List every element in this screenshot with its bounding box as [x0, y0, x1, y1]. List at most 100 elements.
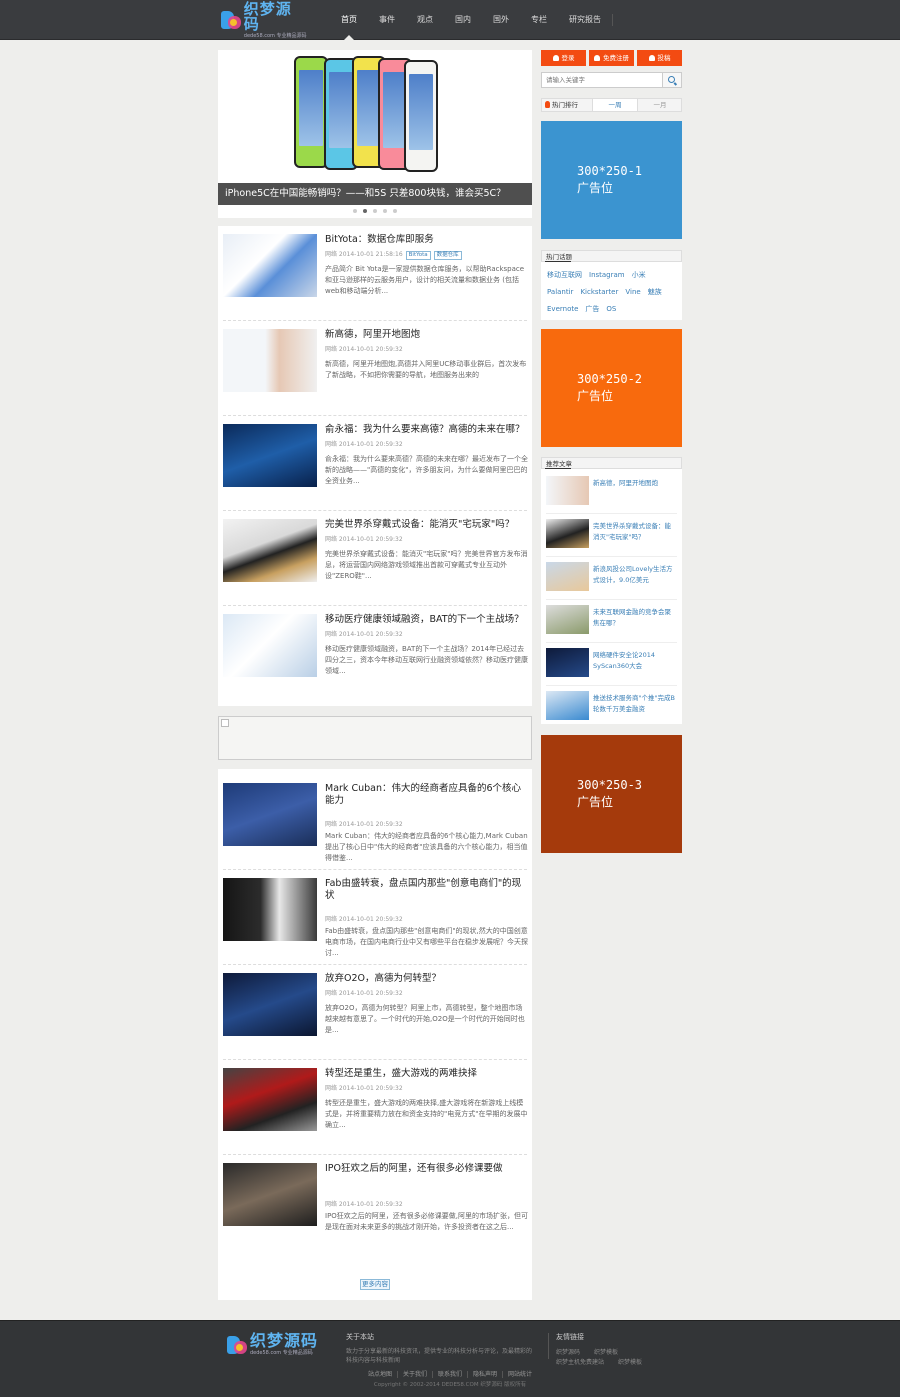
article-title[interactable]: IPO狂欢之后的阿里，还有很多必修课要做 — [325, 1163, 529, 1175]
nav-item-4[interactable]: 国外 — [482, 0, 520, 40]
ad-block-3[interactable]: 300*250-3 广告位 — [541, 735, 682, 853]
recommended-thumbnail[interactable] — [546, 476, 589, 505]
article-item[interactable]: 转型还是重生，盛大游戏的两难抉择 网络 2014-10-01 20:59:32 转型… — [218, 1060, 532, 1155]
footer-link[interactable]: 隐私声明 — [468, 1371, 504, 1378]
article-title[interactable]: 放弃O2O，高德为何转型？ — [325, 973, 529, 985]
nav-item-1[interactable]: 事件 — [368, 0, 406, 40]
recommended-title-link[interactable]: 网络硬件安全论2014 SyScan360大会 — [593, 650, 677, 672]
article-item[interactable]: BitYota：数据仓库即服务 网络 2014-10-01 21:58:16 Bit… — [218, 226, 532, 321]
slider-dot[interactable] — [393, 209, 397, 213]
topic-tag[interactable]: Vine — [625, 284, 640, 301]
footer-link[interactable]: 联系我们 — [433, 1371, 468, 1378]
more-content-button[interactable]: 更多内容 — [360, 1279, 390, 1290]
recommended-item[interactable]: 新浪风投公司Lovely生活方式设计，9.0亿美元 — [541, 557, 682, 600]
topic-tag[interactable]: 小米 — [632, 267, 646, 284]
article-item[interactable]: Fab由盛转衰，盘点国内那些"创意电商们"的现状 网络 2014-10-01 20… — [218, 870, 532, 965]
article-thumbnail[interactable] — [223, 329, 317, 392]
article-thumbnail[interactable] — [223, 424, 317, 487]
footer-friend-link[interactable]: 织梦模板 — [618, 1358, 642, 1367]
article-thumbnail[interactable] — [223, 878, 317, 941]
topic-tag[interactable]: 移动互联网 — [547, 267, 582, 284]
register-button[interactable]: 免费注册 — [589, 50, 634, 66]
slider-dot[interactable] — [383, 209, 387, 213]
footer-link[interactable]: 网站统计 — [503, 1371, 537, 1378]
ad-block-1[interactable]: 300*250-1 广告位 — [541, 121, 682, 239]
recommended-title-link[interactable]: 未来互联网金融的竞争会聚焦在哪？ — [593, 607, 677, 629]
article-title[interactable]: BitYota：数据仓库即服务 — [325, 234, 529, 246]
recommended-thumbnail[interactable] — [546, 648, 589, 677]
recommended-item[interactable]: 推送技术服务商"个推"完成B轮数千万美金融资 — [541, 686, 682, 729]
nav-item-0[interactable]: 首页 — [330, 0, 368, 40]
recommended-thumbnail[interactable] — [546, 562, 589, 591]
slider-image[interactable] — [218, 50, 532, 205]
recommended-title-link[interactable]: 新高德，阿里开地图炮 — [593, 478, 677, 489]
article-item[interactable]: 新高德，阿里开地图炮 网络 2014-10-01 20:59:32 新高德，阿里开地… — [218, 321, 532, 416]
topic-tag[interactable]: Palantir — [547, 284, 573, 301]
recommended-item[interactable]: 新高德，阿里开地图炮 — [541, 471, 682, 514]
submit-article-button[interactable]: 投稿 — [637, 50, 682, 66]
featured-slider[interactable]: iPhone5C在中国能畅销吗？——和5S 只差800块钱，谁会买5C？ — [218, 50, 532, 218]
nav-item-3[interactable]: 国内 — [444, 0, 482, 40]
article-item[interactable]: 放弃O2O，高德为何转型？ 网络 2014-10-01 20:59:32 放弃O2O… — [218, 965, 532, 1060]
article-thumbnail[interactable] — [223, 234, 317, 297]
main-nav: 首页 事件 观点 国内 国外 专栏 研究报告 — [330, 0, 613, 40]
topic-tag[interactable]: 广告 — [585, 301, 599, 318]
footer-link[interactable]: 关于我们 — [398, 1371, 433, 1378]
site-logo[interactable]: 织梦源码 dede58.com 专业精品源码 — [221, 1, 307, 38]
footer-friend-link[interactable]: 织梦模板 — [594, 1348, 618, 1357]
recommended-item[interactable]: 完美世界杀穿戴式设备：能消灭"宅玩家"吗？ — [541, 514, 682, 557]
recommended-item[interactable]: 网络硬件安全论2014 SyScan360大会 — [541, 643, 682, 686]
nav-item-5[interactable]: 专栏 — [520, 0, 558, 40]
recommended-thumbnail[interactable] — [546, 519, 589, 548]
article-title[interactable]: 移动医疗健康领域融资，BAT的下一个主战场？ — [325, 614, 529, 626]
article-thumbnail[interactable] — [223, 1163, 317, 1226]
footer-friend-link[interactable]: 织梦主机免费建站 — [556, 1358, 604, 1367]
slider-caption[interactable]: iPhone5C在中国能畅销吗？——和5S 只差800块钱，谁会买5C？ — [218, 183, 532, 205]
slider-dot[interactable] — [373, 209, 377, 213]
footer-friend-link[interactable]: 织梦源码 — [556, 1348, 580, 1357]
article-title[interactable]: Mark Cuban：伟大的经商者应具备的6个核心能力 — [325, 783, 529, 807]
article-title[interactable]: Fab由盛转衰，盘点国内那些"创意电商们"的现状 — [325, 878, 529, 902]
article-item[interactable]: 完美世界杀穿戴式设备：能消灭"宅玩家"吗？ 网络 2014-10-01 20:59… — [218, 511, 532, 606]
ad-banner-placeholder[interactable] — [218, 716, 532, 760]
footer-link[interactable]: 站点地图 — [363, 1371, 398, 1378]
topic-tag[interactable]: Evernote — [547, 301, 578, 318]
article-title[interactable]: 新高德，阿里开地图炮 — [325, 329, 529, 341]
recommended-title-link[interactable]: 推送技术服务商"个推"完成B轮数千万美金融资 — [593, 693, 677, 715]
topic-tag[interactable]: Instagram — [589, 267, 625, 284]
article-tag[interactable]: BitYota — [405, 251, 431, 260]
article-title[interactable]: 转型还是重生，盛大游戏的两难抉择 — [325, 1068, 529, 1080]
recommended-title-link[interactable]: 完美世界杀穿戴式设备：能消灭"宅玩家"吗？ — [593, 521, 677, 543]
article-item[interactable]: 俞永福：我为什么要来高德？高德的未来在哪？ 网络 2014-10-01 20:59… — [218, 416, 532, 511]
article-title[interactable]: 俞永福：我为什么要来高德？高德的未来在哪？ — [325, 424, 529, 436]
article-thumbnail[interactable] — [223, 973, 317, 1036]
logo-subtitle: dede58.com 专业精品源码 — [243, 32, 307, 39]
footer-logo[interactable]: 织梦源码 dede58.com 专业精品源码 — [227, 1333, 318, 1356]
article-item[interactable]: 移动医疗健康领域融资，BAT的下一个主战场？ 网络 2014-10-01 20:5… — [218, 606, 532, 701]
login-button[interactable]: 登录 — [541, 50, 586, 66]
article-thumbnail[interactable] — [223, 783, 317, 846]
nav-item-2[interactable]: 观点 — [406, 0, 444, 40]
article-item[interactable]: Mark Cuban：伟大的经商者应具备的6个核心能力 网络 2014-10-01… — [218, 775, 532, 870]
article-thumbnail[interactable] — [223, 614, 317, 677]
slider-dot[interactable] — [363, 209, 367, 213]
topic-tag[interactable]: Kickstarter — [580, 284, 618, 301]
ad-block-2[interactable]: 300*250-2 广告位 — [541, 329, 682, 447]
tab-month[interactable]: 一月 — [637, 99, 682, 111]
recommended-thumbnail[interactable] — [546, 691, 589, 720]
topic-tag[interactable]: OS — [606, 301, 616, 318]
recommended-thumbnail[interactable] — [546, 605, 589, 634]
article-tag[interactable]: 数据仓库 — [433, 251, 462, 260]
search-input[interactable] — [541, 72, 663, 88]
recommended-item[interactable]: 未来互联网金融的竞争会聚焦在哪？ — [541, 600, 682, 643]
article-item[interactable]: IPO狂欢之后的阿里，还有很多必修课要做 网络 2014-10-01 20:59:… — [218, 1155, 532, 1250]
article-thumbnail[interactable] — [223, 519, 317, 582]
slider-dot[interactable] — [353, 209, 357, 213]
nav-item-6[interactable]: 研究报告 — [558, 0, 612, 40]
search-button[interactable] — [663, 72, 682, 88]
recommended-title-link[interactable]: 新浪风投公司Lovely生活方式设计，9.0亿美元 — [593, 564, 677, 586]
topic-tag[interactable]: 魅族 — [648, 284, 662, 301]
article-thumbnail[interactable] — [223, 1068, 317, 1131]
article-title[interactable]: 完美世界杀穿戴式设备：能消灭"宅玩家"吗？ — [325, 519, 529, 531]
tab-week[interactable]: 一周 — [592, 99, 637, 111]
